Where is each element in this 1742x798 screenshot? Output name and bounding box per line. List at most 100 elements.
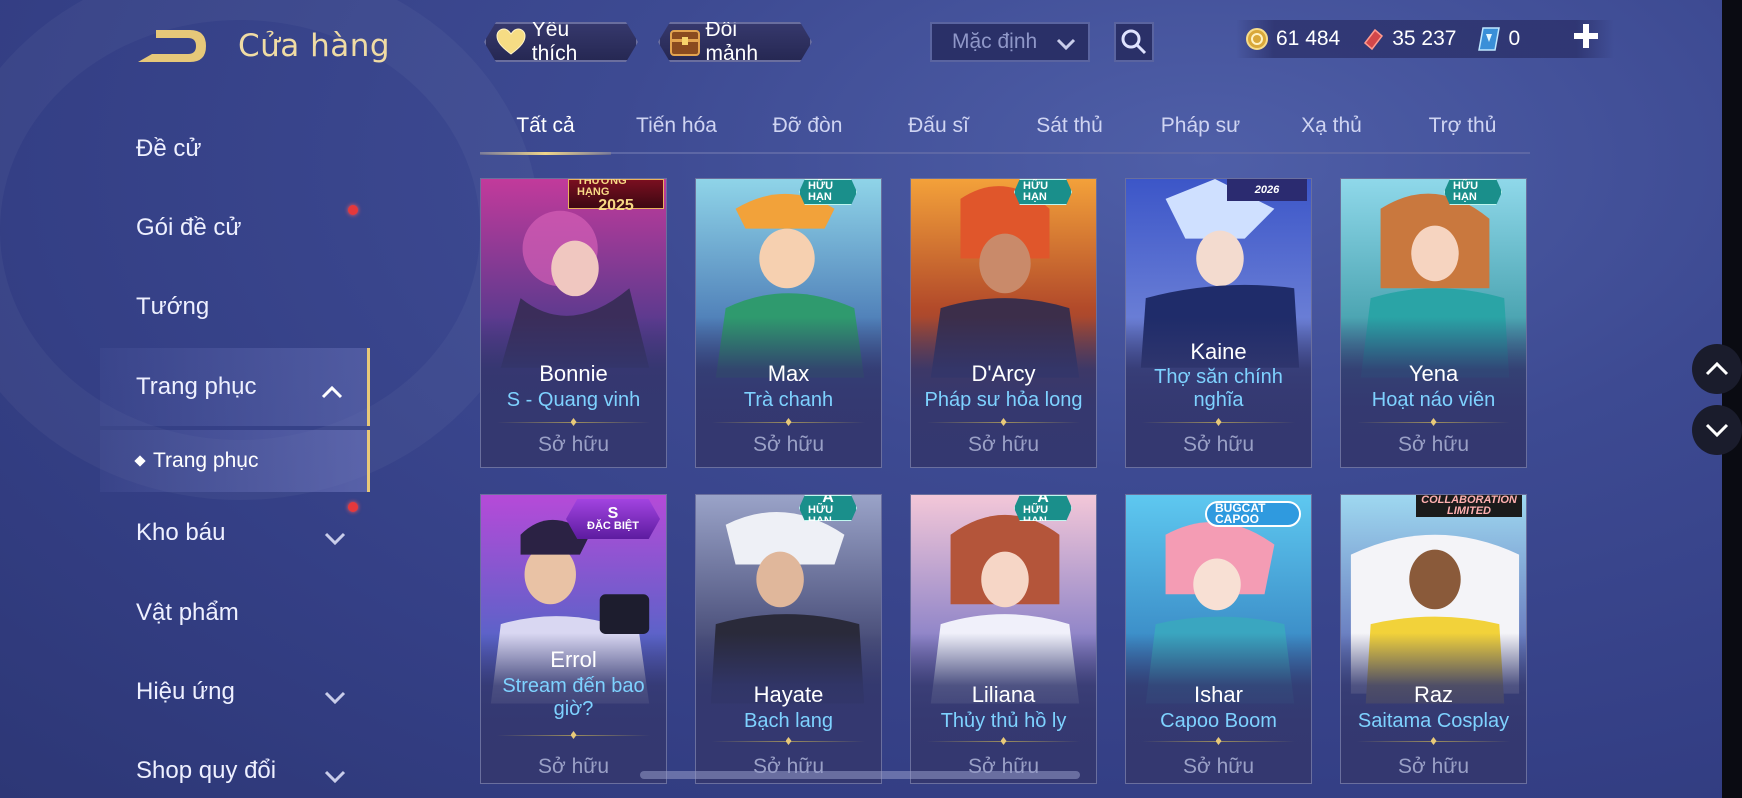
tab-tank[interactable]: Đỡ đòn [742, 104, 873, 152]
role-tabs: Tất cả Tiến hóa Đỡ đòn Đấu sĩ Sát thủ Ph… [480, 104, 1530, 155]
tab-fighter[interactable]: Đấu sĩ [873, 104, 1004, 152]
tab-mage[interactable]: Pháp sư [1135, 104, 1266, 152]
owned-status: Sở hữu [1397, 433, 1470, 456]
owned-status: Sở hữu [752, 433, 825, 456]
special-badge: S ĐẶC BIỆT [566, 499, 660, 539]
tab-assassin[interactable]: Sát thủ [1004, 104, 1135, 152]
skin-name: Hoạt náo viên [1371, 389, 1496, 411]
sidebar-item-recommended[interactable]: Đề cử [100, 110, 370, 188]
event-badge: 2026 [1227, 179, 1307, 201]
currency-bar: 61 484 35 237 0 [1236, 20, 1614, 58]
skin-grid: THƯỞNG HẠNG 2025 Bonnie S - Quang vinh Sở… [480, 178, 1530, 798]
diamond-ticket-icon [1476, 26, 1502, 52]
skin-card-darcy[interactable]: HỮU HẠN D'Arcy Pháp sư hỏa long Sở hữu [910, 178, 1097, 468]
skin-card-hayate[interactable]: A HỮU HẠN Hayate Bạch lang Sở hữu [695, 494, 882, 784]
sort-value: Mặc định [952, 30, 1038, 53]
chevron-down-icon [324, 683, 346, 711]
sidebar-item-effects[interactable]: Hiệu ứng [100, 653, 370, 731]
back-button[interactable] [132, 26, 210, 66]
owned-status: Sở hữu [1182, 433, 1255, 456]
add-currency-button[interactable] [1570, 22, 1602, 54]
skin-name: Saitama Cosplay [1357, 710, 1510, 732]
gold-coin-icon [1244, 26, 1270, 52]
gold-amount: 61 484 [1276, 27, 1341, 50]
hero-name: Kaine [1190, 339, 1247, 364]
sidebar-item-label: Hiệu ứng [136, 678, 235, 705]
collab-badge: BUGCAT CAPOO [1205, 501, 1301, 527]
owned-status: Sở hữu [537, 755, 610, 778]
sidebar-item-recommended-bundles[interactable]: Gói đề cử [100, 189, 370, 267]
skin-card-ishar[interactable]: BUGCAT CAPOO Ishar Capoo Boom Sở hữu [1125, 494, 1312, 784]
search-button[interactable] [1114, 22, 1154, 62]
horizontal-scrollbar[interactable] [640, 771, 1080, 779]
hero-name: D'Arcy [971, 361, 1036, 386]
ranked-reward-badge: THƯỞNG HẠNG 2025 [568, 179, 664, 213]
chevron-down-icon [1705, 423, 1729, 438]
tab-all[interactable]: Tất cả [480, 104, 611, 155]
owned-status: Sở hữu [967, 433, 1040, 456]
page-title: Cửa hàng [238, 28, 391, 64]
notification-dot [348, 502, 358, 512]
limited-badge: HỮU HẠN [1014, 179, 1072, 205]
screen-edge [1722, 0, 1742, 798]
plus-icon [1574, 24, 1598, 48]
diamond-currency: 0 [1476, 26, 1520, 52]
sidebar-item-label: Gói đề cử [136, 214, 242, 241]
sidebar-item-skins[interactable]: Trang phục [100, 348, 370, 426]
skin-name: S - Quang vinh [506, 389, 641, 411]
limited-badge: HỮU HẠN [799, 179, 857, 205]
skin-card-bonnie[interactable]: THƯỞNG HẠNG 2025 Bonnie S - Quang vinh Sở… [480, 178, 667, 468]
skin-card-yena[interactable]: HỮU HẠN Yena Hoạt náo viên Sở hữu [1340, 178, 1527, 468]
skin-card-max[interactable]: HỮU HẠN Max Trà chanh Sở hữu [695, 178, 882, 468]
chevron-down-icon [1056, 34, 1076, 58]
tab-evolution[interactable]: Tiến hóa [611, 104, 742, 152]
collab-limited-badge: COLLABORATION LIMITED [1416, 495, 1522, 517]
sidebar-item-treasure[interactable]: Kho báu [100, 494, 370, 572]
chevron-down-icon [324, 762, 346, 790]
hero-name: Raz [1413, 682, 1454, 707]
limited-badge: A HỮU HẠN [1014, 495, 1072, 521]
heart-icon [494, 25, 528, 59]
tab-marksman[interactable]: Xạ thủ [1266, 104, 1397, 152]
skin-card-kaine[interactable]: 2026 Kaine Thợ săn chính nghĩa Sở hữu [1125, 178, 1312, 468]
sidebar-item-exchange-shop[interactable]: Shop quy đổi [100, 732, 370, 798]
notification-dot [348, 205, 358, 215]
favorite-button[interactable]: Yêu thích [484, 22, 638, 62]
limited-badge: HỮU HẠN [1444, 179, 1502, 205]
owned-status: Sở hữu [537, 433, 610, 456]
owned-status: Sở hữu [1182, 755, 1255, 778]
shop-screen: Cửa hàng Yêu thích Đổi mảnh Mặc định 61 … [0, 0, 1722, 798]
hero-name: Max [767, 361, 810, 386]
shard-label: Đổi mảnh [705, 18, 759, 65]
voucher-icon [1360, 26, 1386, 52]
owned-status: Sở hữu [1397, 755, 1470, 778]
sidebar-item-items[interactable]: Vật phẩm [100, 574, 370, 652]
chevron-up-icon [1705, 361, 1729, 376]
search-icon [1121, 29, 1147, 55]
chevron-up-icon [321, 378, 343, 406]
voucher-amount: 35 237 [1392, 27, 1457, 50]
sidebar-item-label: Tướng [136, 293, 210, 320]
back-arrow-icon [138, 30, 206, 62]
skin-card-liliana[interactable]: A HỮU HẠN Liliana Thủy thủ hồ ly Sở hữu [910, 494, 1097, 784]
gold-currency: 61 484 [1244, 26, 1340, 52]
sidebar-item-heroes[interactable]: Tướng [100, 268, 370, 346]
limited-badge: A HỮU HẠN [799, 495, 857, 521]
scroll-up-button[interactable] [1692, 344, 1742, 394]
chevron-down-icon [324, 524, 346, 552]
scroll-down-button[interactable] [1692, 405, 1742, 455]
skin-name: Stream đến bao giờ? [502, 675, 645, 720]
skin-name: Bạch lang [744, 710, 833, 732]
sidebar-item-label: Kho báu [136, 519, 226, 546]
bullet-diamond-icon [134, 455, 146, 467]
tab-support[interactable]: Trợ thủ [1397, 104, 1528, 152]
shard-exchange-button[interactable]: Đổi mảnh [658, 22, 812, 62]
sidebar-subitem-skins[interactable]: Trang phục [100, 430, 370, 492]
skin-card-errol[interactable]: S ĐẶC BIỆT Errol Stream đến bao giờ? Sở h… [480, 494, 667, 784]
hero-name: Liliana [971, 682, 1036, 707]
sidebar-item-label: Đề cử [136, 135, 202, 162]
sidebar-item-label: Trang phục [136, 373, 257, 400]
diamond-amount: 0 [1508, 27, 1521, 50]
skin-card-raz[interactable]: COLLABORATION LIMITED Raz Saitama Cosplay… [1340, 494, 1527, 784]
sort-dropdown[interactable]: Mặc định [930, 22, 1090, 62]
